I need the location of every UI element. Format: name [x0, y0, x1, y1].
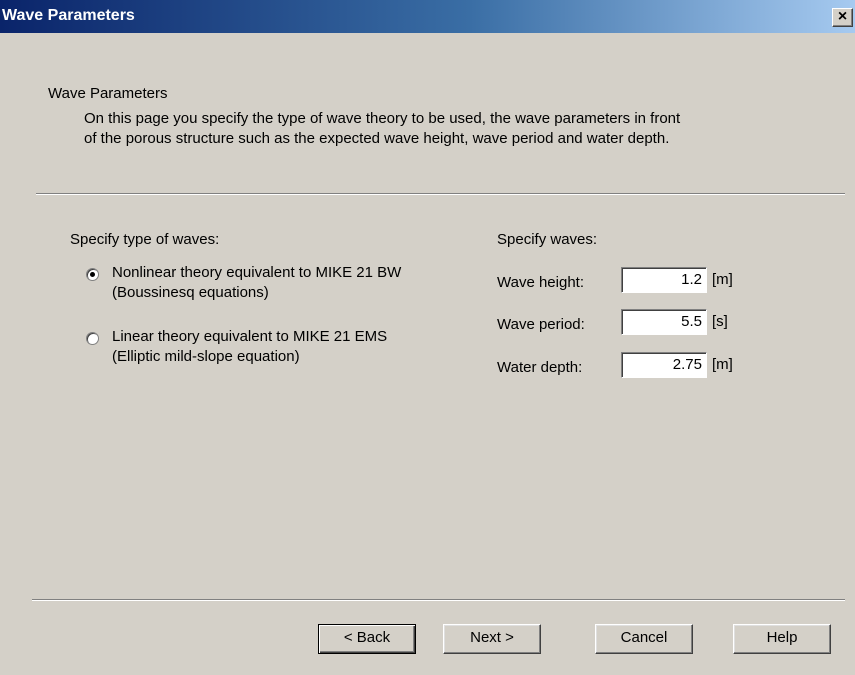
option-nonlinear-label[interactable]: Nonlinear theory equivalent to MIKE 21 B… [112, 264, 401, 281]
radio-nonlinear[interactable] [86, 268, 99, 281]
window-title: Wave Parameters [2, 7, 135, 24]
page-description-line-1: On this page you specify the type of wav… [84, 110, 681, 127]
page-heading: Wave Parameters [48, 85, 168, 102]
option-nonlinear-sublabel: (Boussinesq equations) [112, 284, 269, 301]
wave-height-unit: [m] [712, 271, 733, 288]
close-button[interactable]: × [832, 8, 853, 27]
radio-linear[interactable] [86, 332, 99, 345]
wave-period-input[interactable]: 5.5 [621, 309, 707, 335]
water-depth-label: Water depth: [497, 359, 583, 376]
radio-selected-dot [90, 272, 95, 277]
option-linear-label[interactable]: Linear theory equivalent to MIKE 21 EMS [112, 328, 387, 345]
wave-period-label: Wave period: [497, 316, 585, 333]
water-depth-input[interactable]: 2.75 [621, 352, 707, 378]
back-button[interactable]: < Back [318, 624, 416, 654]
option-linear-sublabel: (Elliptic mild-slope equation) [112, 348, 300, 365]
wave-period-unit: [s] [712, 313, 728, 330]
help-button[interactable]: Help [733, 624, 831, 654]
page-description-line-2: of the porous structure such as the expe… [84, 130, 670, 147]
wave-type-label: Specify type of waves: [70, 231, 220, 248]
waves-label: Specify waves: [497, 231, 598, 248]
footer-divider [32, 599, 845, 601]
next-button[interactable]: Next > [443, 624, 541, 654]
cancel-button[interactable]: Cancel [595, 624, 693, 654]
title-bar[interactable]: Wave Parameters × [0, 0, 855, 33]
close-icon: × [837, 8, 848, 25]
water-depth-unit: [m] [712, 356, 733, 373]
header-divider [36, 193, 845, 195]
wave-height-input[interactable]: 1.2 [621, 267, 707, 293]
wave-height-label: Wave height: [497, 274, 584, 291]
